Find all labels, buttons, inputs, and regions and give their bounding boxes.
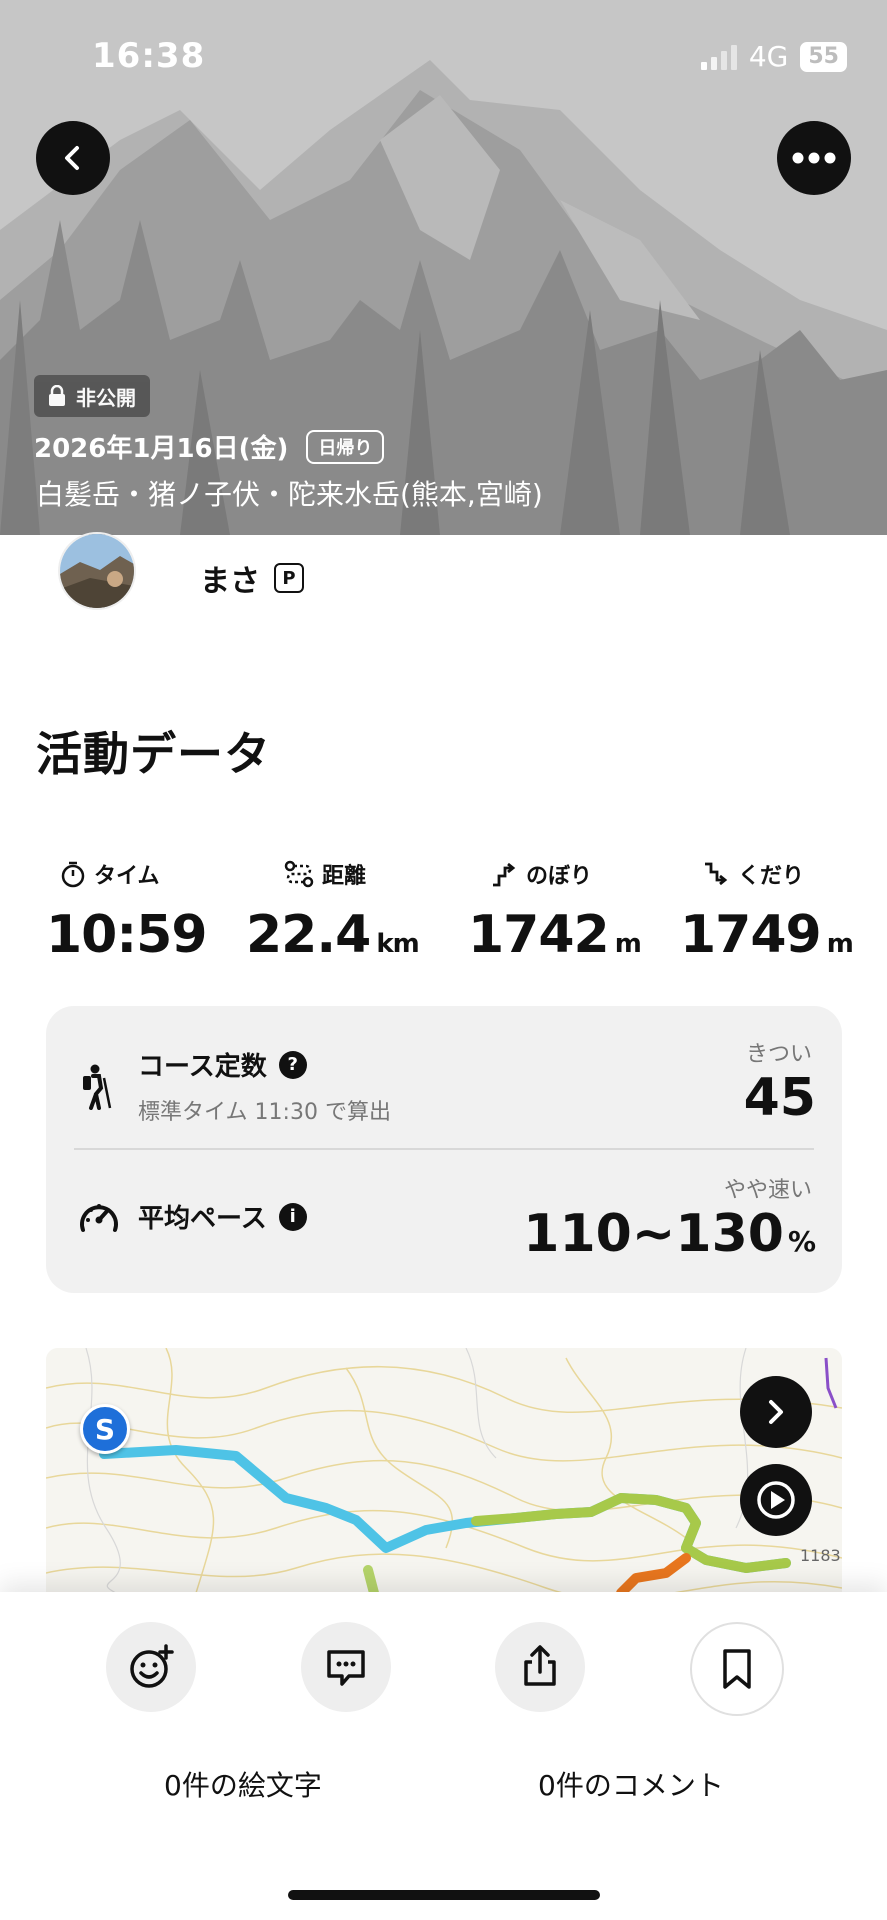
stat-unit: km bbox=[376, 929, 419, 959]
course-pace-card: コース定数 ? 標準タイム 11:30 で算出 きつい 45 平均ペース i や… bbox=[46, 1006, 842, 1293]
header-hero: 16:38 4G 55 非公開 2026年1月16日(金) 日帰り 白髪岳・猪ノ… bbox=[0, 0, 887, 535]
network-type: 4G bbox=[748, 40, 789, 73]
chevron-left-icon bbox=[65, 146, 79, 170]
more-horizontal-icon bbox=[792, 152, 836, 164]
signal-icon bbox=[700, 44, 737, 70]
bottom-action-bar: 0件の絵文字 0件のコメント bbox=[0, 1592, 887, 1920]
hiker-icon bbox=[83, 1064, 112, 1110]
activity-date: 2026年1月16日(金) bbox=[34, 434, 289, 464]
course-constant-title[interactable]: コース定数 ? bbox=[138, 1046, 307, 1083]
expand-map-button[interactable] bbox=[740, 1376, 812, 1448]
username: まさ bbox=[200, 564, 260, 599]
stat-label: 距離 bbox=[322, 864, 367, 889]
stat-ascent-label: のぼり bbox=[490, 858, 592, 890]
trip-type-badge: 日帰り bbox=[306, 429, 385, 464]
stat-value: 22.4 bbox=[246, 905, 371, 965]
course-value: 45 bbox=[743, 1068, 816, 1128]
chevron-right-icon bbox=[769, 1400, 783, 1424]
play-icon bbox=[757, 1481, 795, 1519]
stat-label: のぼり bbox=[526, 864, 593, 889]
comment-count[interactable]: 0件のコメント bbox=[538, 1764, 724, 1804]
elevation-label: 1183 bbox=[800, 1546, 841, 1565]
mountain-names: 白髪岳・猪ノ子伏・陀来水岳(熊本,宮崎) bbox=[36, 478, 543, 511]
speedometer-icon bbox=[80, 1204, 118, 1232]
stat-unit: m bbox=[826, 929, 854, 959]
stat-label: くだり bbox=[738, 864, 805, 889]
emoji-add-icon bbox=[130, 1644, 174, 1688]
stat-unit: m bbox=[614, 929, 642, 959]
map-canvas bbox=[46, 1348, 842, 1593]
comment-icon bbox=[327, 1650, 365, 1686]
stat-ascent-value: 1742 m bbox=[468, 905, 642, 965]
stat-time-label: タイム bbox=[60, 858, 160, 890]
share-icon bbox=[524, 1645, 556, 1686]
more-options-button[interactable] bbox=[777, 121, 851, 195]
avatar[interactable] bbox=[58, 532, 136, 610]
ascent-icon bbox=[493, 862, 516, 887]
private-label: 非公開 bbox=[76, 385, 136, 410]
activity-date-line: 2026年1月16日(金) 日帰り bbox=[34, 428, 385, 465]
lock-icon bbox=[49, 385, 65, 406]
descent-icon bbox=[705, 862, 728, 886]
bookmark-button[interactable] bbox=[690, 1622, 784, 1716]
bookmark-icon bbox=[723, 1649, 751, 1689]
info-icon[interactable]: i bbox=[278, 1202, 307, 1231]
stat-distance-label: 距離 bbox=[284, 858, 366, 890]
course-sub: 標準タイム 11:30 で算出 bbox=[138, 1100, 391, 1125]
battery-icon: 55 bbox=[800, 41, 847, 72]
stat-descent-value: 1749 m bbox=[680, 905, 854, 965]
status-indicators: 4G 55 bbox=[700, 40, 847, 73]
pace-value: 110~130 % bbox=[523, 1204, 816, 1264]
private-badge: 非公開 bbox=[34, 375, 150, 417]
course-rating: きつい bbox=[745, 1042, 812, 1067]
avatar-photo bbox=[60, 534, 134, 608]
pace-unit: % bbox=[787, 1225, 816, 1258]
premium-badge: P bbox=[274, 563, 304, 593]
route-icon bbox=[284, 860, 314, 888]
back-button[interactable] bbox=[36, 121, 110, 195]
stat-descent-label: くだり bbox=[702, 858, 804, 890]
pace-value-number: 110~130 bbox=[523, 1204, 784, 1264]
pace-title-text: 平均ペース bbox=[138, 1204, 267, 1234]
average-pace-title[interactable]: 平均ペース i bbox=[138, 1198, 307, 1235]
pace-rating: やや速い bbox=[723, 1178, 812, 1203]
stat-time-value: 10:59 bbox=[46, 905, 208, 965]
stopwatch-icon bbox=[61, 861, 85, 888]
section-title: 活動データ bbox=[36, 727, 271, 781]
stat-distance-value: 22.4 km bbox=[246, 905, 420, 965]
stat-value: 1742 bbox=[468, 905, 610, 965]
divider bbox=[74, 1148, 814, 1150]
stat-value: 1749 bbox=[680, 905, 822, 965]
comment-button[interactable] bbox=[301, 1622, 391, 1712]
add-emoji-button[interactable] bbox=[106, 1622, 196, 1712]
stat-value: 10:59 bbox=[46, 905, 208, 965]
home-indicator bbox=[288, 1890, 600, 1900]
share-button[interactable] bbox=[495, 1622, 585, 1712]
emoji-count[interactable]: 0件の絵文字 bbox=[164, 1764, 322, 1804]
user-name-row[interactable]: まさ P bbox=[200, 556, 304, 600]
replay-button[interactable] bbox=[740, 1464, 812, 1536]
stat-label: タイム bbox=[94, 864, 160, 889]
course-title-text: コース定数 bbox=[138, 1052, 267, 1082]
status-time: 16:38 bbox=[92, 36, 206, 76]
help-icon[interactable]: ? bbox=[278, 1050, 307, 1079]
route-map[interactable]: S 1183 bbox=[46, 1348, 842, 1593]
start-marker[interactable]: S bbox=[80, 1404, 130, 1454]
